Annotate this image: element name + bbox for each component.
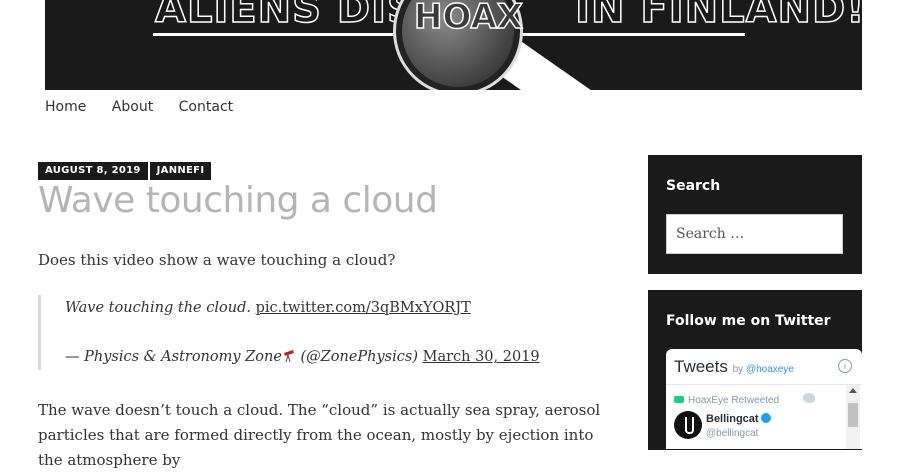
search-widget-title: Search [666, 178, 721, 194]
quote-text: Wave touching the cloud. [65, 300, 256, 316]
post-author[interactable]: JANNEFI [149, 162, 212, 180]
quote-pic-link[interactable]: pic.twitter.com/3qBMxYORJT [256, 300, 471, 316]
quote-handle: (@ZonePhysics) [295, 349, 423, 365]
nav-home[interactable]: Home [45, 99, 86, 115]
main-navigation: Home About Contact [45, 99, 254, 115]
magnifier-word: HOAX [413, 0, 523, 38]
tweet-author-name-text: Bellingcat [706, 413, 759, 425]
verified-icon [760, 413, 771, 423]
magnifier-icon: HOAX [393, 0, 524, 90]
quote-text-line: Wave touching the cloud. pic.twitter.com… [65, 300, 471, 316]
avatar[interactable] [674, 411, 702, 439]
post-date[interactable]: AUGUST 8, 2019 [38, 162, 148, 180]
retweet-icon [674, 396, 684, 403]
telescope-icon [283, 350, 294, 362]
info-icon[interactable]: i [838, 359, 852, 373]
search-widget: Search Search … [648, 155, 862, 274]
banner-title-right: IN FINLAND! [574, 0, 862, 33]
timeline-divider [666, 384, 862, 385]
twitter-timeline: Tweets by @hoaxeye i HoaxEye Retweeted B… [666, 349, 862, 449]
post-paragraph: The wave doesn’t touch a cloud. The “clo… [38, 401, 601, 469]
post-title: Wave touching a cloud [38, 180, 438, 221]
retweet-notice: HoaxEye Retweeted [674, 395, 779, 406]
twitter-widget: Follow me on Twitter Tweets by @hoaxeye … [648, 290, 862, 450]
scroll-up-arrow-icon[interactable] [849, 388, 857, 393]
tweet-author-handle[interactable]: @bellingcat [706, 428, 758, 439]
timeline-scrollbar[interactable] [846, 385, 860, 449]
timeline-header: Tweets by @hoaxeye [674, 357, 794, 377]
tweet-author-name[interactable]: Bellingcat [706, 413, 771, 425]
header-banner: ALIENS DISC IN FINLAND! HOAX [45, 0, 862, 90]
search-input[interactable]: Search … [666, 214, 843, 254]
quote-attribution: — Physics & Astronomy Zone (@ZonePhysics… [65, 349, 540, 365]
timeline-by-label: by [732, 364, 746, 375]
twitter-widget-title: Follow me on Twitter [666, 313, 831, 329]
timeline-by-handle[interactable]: @hoaxeye [746, 364, 794, 375]
quote-author: — Physics & Astronomy Zone [65, 349, 282, 365]
twitter-bird-icon[interactable] [803, 393, 815, 403]
post-intro: Does this video show a wave touching a c… [38, 251, 396, 269]
post-meta: AUGUST 8, 2019 JANNEFI [38, 162, 213, 180]
timeline-by: by @hoaxeye [733, 364, 794, 375]
nav-contact[interactable]: Contact [179, 99, 233, 115]
retweet-label: HoaxEye Retweeted [688, 395, 780, 406]
embedded-tweet-quote: Wave touching the cloud. pic.twitter.com… [38, 295, 601, 370]
scrollbar-thumb[interactable] [848, 403, 858, 427]
quote-date-link[interactable]: March 30, 2019 [423, 349, 540, 365]
timeline-title: Tweets [674, 357, 728, 376]
nav-about[interactable]: About [112, 99, 153, 115]
